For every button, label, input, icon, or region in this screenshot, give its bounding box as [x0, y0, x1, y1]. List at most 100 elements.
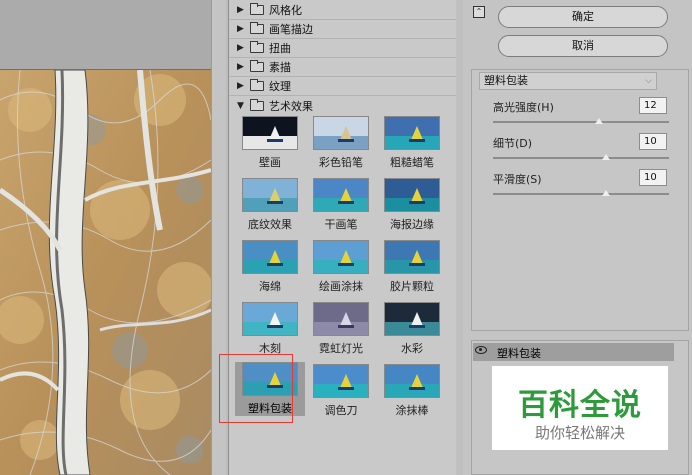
filter-label: 塑料包装 — [248, 402, 292, 415]
filter-preview-image — [242, 302, 298, 336]
filter-label: 海报边缘 — [390, 218, 434, 231]
category-sketch[interactable]: ▶ 素描 — [229, 58, 457, 77]
highlight-strength-label: 高光强度(H) — [493, 101, 554, 114]
eye-icon[interactable] — [475, 346, 487, 354]
ok-button[interactable]: 确定 — [498, 6, 668, 28]
filter-preview-image — [384, 178, 440, 212]
category-label: 扭曲 — [269, 42, 291, 55]
filter-thumb-smudge-stick[interactable]: 涂抹棒 — [377, 364, 447, 418]
filter-thumb-watercolor[interactable]: 水彩 — [377, 302, 447, 356]
detail-slider-handle[interactable] — [601, 154, 610, 160]
collapsed-triangle-icon[interactable]: ▶ — [237, 24, 247, 34]
filter-preview-image — [384, 116, 440, 150]
filter-preview-image — [313, 116, 369, 150]
smoothness-slider-handle[interactable] — [601, 190, 610, 196]
preview-image-art — [0, 70, 211, 475]
filter-thumb-plastic-wrap[interactable]: 塑料包装 — [235, 362, 305, 416]
effect-layer-row[interactable]: 塑料包装 — [473, 343, 674, 361]
filter-label: 彩色铅笔 — [319, 156, 363, 169]
filter-preview-image — [313, 240, 369, 274]
category-brush-strokes[interactable]: ▶ 画笔描边 — [229, 20, 457, 39]
category-stylize[interactable]: ▶ 风格化 — [229, 1, 457, 20]
folder-icon — [250, 79, 264, 91]
category-label: 画笔描边 — [269, 23, 313, 36]
folder-icon — [250, 60, 264, 72]
filter-thumb-sponge[interactable]: 海绵 — [235, 240, 305, 294]
expanded-triangle-icon[interactable]: ▼ — [237, 101, 247, 111]
filter-label: 霓虹灯光 — [319, 342, 363, 355]
smoothness-slider[interactable] — [493, 193, 669, 195]
collapsed-triangle-icon[interactable]: ▶ — [237, 43, 247, 53]
filter-preview-image — [242, 178, 298, 212]
collapsed-triangle-icon[interactable]: ▶ — [237, 5, 247, 15]
watermark-logo: 百科全说 助你轻松解决 — [492, 366, 668, 450]
folder-icon — [250, 22, 264, 34]
filter-thumb-paint-daubs[interactable]: 绘画涂抹 — [306, 240, 376, 294]
filter-thumb-rough-pastels[interactable]: 粗糙蜡笔 — [377, 116, 447, 170]
filter-thumb-poster-edges[interactable]: 海报边缘 — [377, 178, 447, 232]
category-label: 素描 — [269, 61, 291, 74]
folder-icon — [250, 3, 264, 15]
highlight-strength-slider[interactable] — [493, 121, 669, 123]
filter-label: 海绵 — [259, 280, 281, 293]
filter-tree-scrollbar[interactable] — [456, 0, 463, 475]
watermark-title: 百科全说 — [518, 388, 642, 423]
filter-label: 干画笔 — [324, 218, 358, 231]
preview-scrollbar[interactable] — [211, 0, 226, 475]
filter-select[interactable]: 塑料包装 ⌵ — [479, 72, 657, 90]
filter-preview-image — [313, 302, 369, 336]
preview-image[interactable] — [0, 70, 211, 475]
filter-label: 底纹效果 — [248, 218, 292, 231]
filter-label: 壁画 — [259, 156, 281, 169]
chevron-down-icon: ⌵ — [645, 76, 652, 86]
settings-panel: ⌃ 确定 取消 塑料包装 ⌵ 高光强度(H) 12 细节(D) 10 平滑度(S… — [463, 0, 692, 475]
filter-select-value: 塑料包装 — [484, 74, 528, 87]
folder-icon — [250, 41, 264, 53]
highlight-strength-slider-handle[interactable] — [594, 118, 603, 124]
smoothness-label: 平滑度(S) — [493, 173, 542, 186]
filter-thumb-neon-glow[interactable]: 霓虹灯光 — [306, 302, 376, 356]
filter-preview-image — [384, 302, 440, 336]
category-label: 艺术效果 — [269, 99, 313, 113]
smoothness-input[interactable]: 10 — [639, 169, 667, 186]
filter-label: 胶片颗粒 — [390, 280, 434, 293]
filter-preview-image — [242, 240, 298, 274]
filter-thumb-film-grain[interactable]: 胶片颗粒 — [377, 240, 447, 294]
effect-layer-label: 塑料包装 — [497, 347, 541, 360]
filter-label: 调色刀 — [324, 404, 358, 417]
filter-thumb-dry-brush[interactable]: 干画笔 — [306, 178, 376, 232]
category-label: 风格化 — [269, 4, 302, 17]
filter-thumb-cutout[interactable]: 木刻 — [235, 302, 305, 356]
filter-preview-image — [242, 362, 298, 396]
filter-label: 木刻 — [259, 342, 281, 355]
detail-label: 细节(D) — [493, 137, 533, 150]
filter-label: 绘画涂抹 — [319, 280, 363, 293]
category-artistic[interactable]: ▼ 艺术效果 — [229, 96, 457, 115]
filter-preview-image — [384, 364, 440, 398]
filter-thumb-palette-knife[interactable]: 调色刀 — [306, 364, 376, 418]
detail-slider[interactable] — [493, 157, 669, 159]
filter-label: 水彩 — [401, 342, 423, 355]
filter-thumb-fresco[interactable]: 壁画 — [235, 116, 305, 170]
filter-thumb-underpainting[interactable]: 底纹效果 — [235, 178, 305, 232]
filter-preview-image — [313, 178, 369, 212]
filter-label: 涂抹棒 — [395, 404, 429, 417]
preview-toolbar-area — [0, 0, 211, 70]
folder-icon — [250, 98, 264, 111]
category-texture[interactable]: ▶ 纹理 — [229, 77, 457, 96]
cancel-button[interactable]: 取消 — [498, 35, 668, 57]
filter-thumb-colored-pencil[interactable]: 彩色铅笔 — [306, 116, 376, 170]
preview-area[interactable] — [0, 0, 226, 475]
collapsed-triangle-icon[interactable]: ▶ — [237, 62, 247, 72]
watermark-subtitle: 助你轻松解决 — [534, 424, 625, 442]
collapsed-triangle-icon[interactable]: ▶ — [237, 81, 247, 91]
filter-preview-image — [384, 240, 440, 274]
filter-gallery-tree: ▶ 风格化 ▶ 画笔描边 ▶ 扭曲 ▶ 素描 ▶ 纹理 ▼ 艺术效果 壁画 彩色… — [228, 0, 463, 475]
detail-input[interactable]: 10 — [639, 133, 667, 150]
filter-preview-image — [242, 116, 298, 150]
filter-preview-image — [313, 364, 369, 398]
filter-label: 粗糙蜡笔 — [390, 156, 434, 169]
category-distort[interactable]: ▶ 扭曲 — [229, 39, 457, 58]
highlight-strength-input[interactable]: 12 — [639, 97, 667, 114]
collapse-gallery-icon[interactable]: ⌃ — [473, 6, 485, 18]
